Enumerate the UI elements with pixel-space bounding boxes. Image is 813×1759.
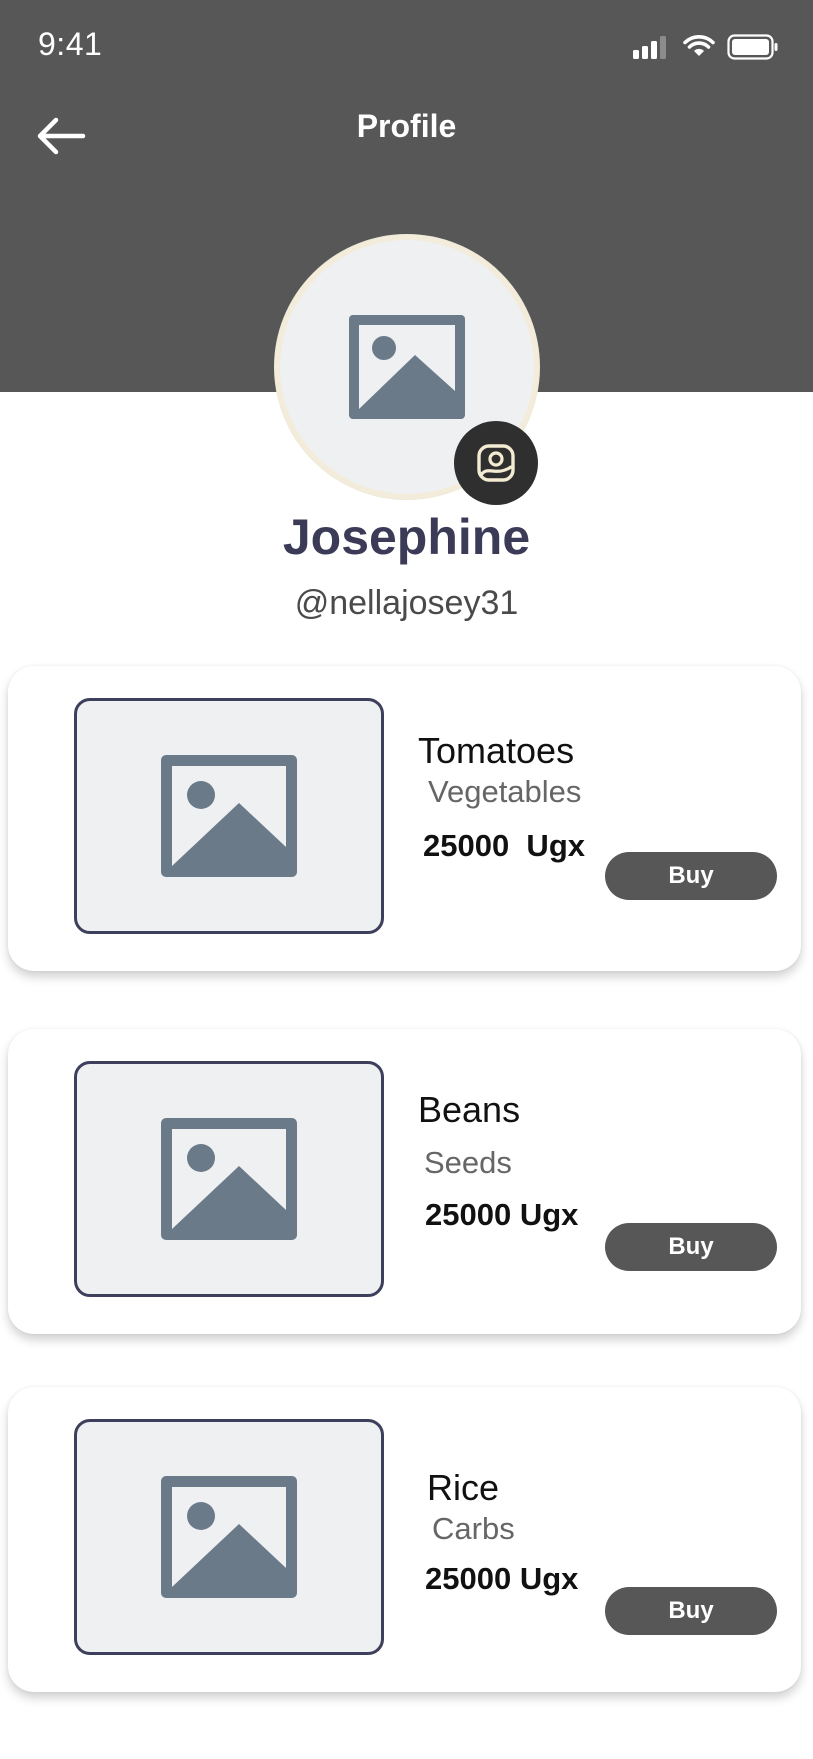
product-image [74, 1061, 384, 1297]
product-card-beans: Beans Seeds 25000 Ugx Buy [8, 1029, 801, 1334]
product-category: Seeds [424, 1145, 512, 1180]
battery-icon [727, 34, 778, 60]
product-card-rice: Rice Carbs 25000 Ugx Buy [8, 1387, 801, 1692]
product-category: Vegetables [428, 774, 582, 809]
image-placeholder-icon [161, 1476, 297, 1598]
status-time: 9:41 [38, 26, 103, 62]
change-avatar-button[interactable] [454, 421, 538, 505]
product-image [74, 1419, 384, 1655]
image-edit-icon [477, 444, 515, 482]
product-price: 25000 Ugx [425, 1197, 579, 1232]
product-category: Carbs [432, 1511, 515, 1546]
product-name: Tomatoes [418, 730, 575, 771]
status-icons [633, 34, 779, 60]
image-placeholder-icon [161, 755, 297, 877]
image-placeholder-icon [161, 1118, 297, 1240]
cellular-signal-icon [633, 36, 666, 59]
page-title: Profile [356, 108, 457, 144]
product-price: 25000 Ugx [425, 1561, 579, 1596]
product-name: Rice [427, 1467, 500, 1508]
product-image [74, 698, 384, 934]
profile-handle: @nellajosey31 [294, 584, 519, 622]
product-price: 25000 Ugx [423, 828, 585, 863]
buy-button[interactable]: Buy [605, 1587, 777, 1635]
buy-button[interactable]: Buy [605, 1223, 777, 1271]
product-name: Beans [418, 1089, 521, 1130]
wifi-icon [683, 35, 715, 56]
buy-button[interactable]: Buy [605, 852, 777, 900]
profile-name: Josephine [282, 509, 531, 565]
image-placeholder-icon [349, 315, 465, 419]
product-card-tomatoes: Tomatoes Vegetables 25000 Ugx Buy [8, 666, 801, 971]
